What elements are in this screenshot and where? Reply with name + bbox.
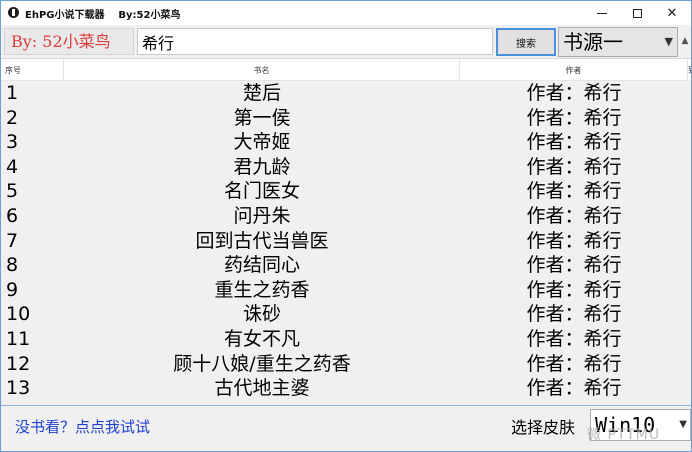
app-logo-icon bbox=[8, 7, 19, 18]
title-bar[interactable]: EhPG小说下载器 By:52小菜鸟 ✕ bbox=[1, 1, 691, 25]
maximize-button[interactable] bbox=[620, 1, 654, 25]
book-author: 作者：希行 bbox=[526, 352, 622, 375]
book-title: 诛砂 bbox=[242, 303, 281, 326]
row-number: 13 bbox=[6, 377, 31, 400]
app-window: EhPG小说下载器 By:52小菜鸟 ✕ By: 52小菜鸟 搜索 书源一 ▼ … bbox=[0, 0, 692, 452]
list-item[interactable]: 10 诛砂 作者：希行 bbox=[1, 302, 691, 327]
book-source-value: 书源一 bbox=[563, 30, 623, 54]
chevron-down-icon: ▼ bbox=[679, 419, 687, 430]
list-item[interactable]: 13 古代地主婆 作者：希行 bbox=[1, 376, 691, 401]
row-number: 8 bbox=[6, 254, 19, 277]
minimize-icon bbox=[597, 12, 607, 14]
book-author: 作者：希行 bbox=[526, 204, 622, 227]
row-number: 3 bbox=[6, 131, 19, 154]
book-title: 药结同心 bbox=[223, 254, 300, 277]
list-item[interactable]: 4 君九龄 作者：希行 bbox=[1, 155, 691, 180]
book-title: 第一侯 bbox=[233, 106, 291, 129]
book-title: 古代地主婆 bbox=[214, 377, 310, 400]
row-number: 10 bbox=[6, 303, 31, 326]
list-item[interactable]: 9 重生之药香 作者：希行 bbox=[1, 278, 691, 303]
list-item[interactable]: 1 楚后 作者：希行 bbox=[1, 81, 691, 106]
row-number: 7 bbox=[6, 229, 19, 252]
book-author: 作者：希行 bbox=[526, 229, 622, 252]
minimize-button[interactable] bbox=[585, 1, 619, 25]
book-title: 回到古代当兽医 bbox=[195, 229, 329, 252]
list-item[interactable]: 2 第一侯 作者：希行 bbox=[1, 106, 691, 131]
row-number: 9 bbox=[6, 278, 19, 301]
book-source-select[interactable]: 书源一 ▼ bbox=[558, 27, 678, 57]
list-item[interactable]: 3 大帝姬 作者：希行 bbox=[1, 130, 691, 155]
row-number: 6 bbox=[6, 204, 19, 227]
column-header-author[interactable]: 作者 bbox=[460, 59, 688, 81]
column-header-seq[interactable]: 序号 bbox=[1, 59, 64, 81]
scroll-up-icon[interactable]: ▲ bbox=[679, 31, 691, 51]
row-number: 4 bbox=[6, 155, 19, 178]
column-header-extra[interactable]: 到 bbox=[687, 59, 691, 81]
list-item[interactable]: 5 名门医女 作者：希行 bbox=[1, 179, 691, 204]
try-it-link[interactable]: 没书看？点点我试试 bbox=[15, 416, 150, 437]
book-author: 作者：希行 bbox=[526, 278, 622, 301]
list-item[interactable]: 8 药结同心 作者：希行 bbox=[1, 253, 691, 278]
book-author: 作者：希行 bbox=[526, 131, 622, 154]
book-title: 问丹朱 bbox=[233, 204, 291, 227]
search-button[interactable]: 搜索 bbox=[496, 28, 556, 56]
skin-label: 选择皮肤 bbox=[511, 418, 576, 437]
book-title: 君九龄 bbox=[233, 155, 291, 178]
book-title: 有女不凡 bbox=[223, 327, 300, 350]
book-author: 作者：希行 bbox=[526, 180, 622, 203]
list-item[interactable]: 7 回到古代当兽医 作者：希行 bbox=[1, 229, 691, 254]
footer-bar: 没书看？点点我试试 选择皮肤 Win10 ▼ 微 PTTMU bbox=[1, 406, 691, 451]
book-author: 作者：希行 bbox=[526, 155, 622, 178]
list-rows: 1 楚后 作者：希行 2 第一侯 作者：希行 3 大帝姬 作者：希行 4 君九龄 作者：希行 5… bbox=[1, 81, 691, 401]
window-title: EhPG小说下载器 By:52小菜鸟 bbox=[25, 10, 181, 21]
row-number: 11 bbox=[6, 327, 31, 350]
column-header-name[interactable]: 书名 bbox=[64, 59, 460, 81]
search-input[interactable] bbox=[137, 28, 493, 55]
close-icon: ✕ bbox=[666, 5, 678, 21]
list-item[interactable]: 6 问丹朱 作者：希行 bbox=[1, 204, 691, 229]
row-number: 1 bbox=[6, 82, 19, 104]
list-item[interactable]: 11 有女不凡 作者：希行 bbox=[1, 327, 691, 352]
book-title: 顾十八娘/重生之药香 bbox=[173, 352, 351, 375]
toolbar: By: 52小菜鸟 搜索 书源一 ▼ ▲ bbox=[1, 25, 691, 58]
book-author: 作者：希行 bbox=[526, 303, 622, 326]
book-author: 作者：希行 bbox=[526, 82, 622, 104]
book-title: 名门医女 bbox=[223, 180, 300, 203]
book-title: 楚后 bbox=[242, 82, 281, 104]
row-number: 2 bbox=[6, 106, 19, 129]
book-author: 作者：希行 bbox=[526, 327, 622, 350]
chevron-down-icon: ▼ bbox=[664, 35, 673, 48]
row-number: 12 bbox=[6, 352, 31, 375]
book-list[interactable]: 序号 书名 作者 到 1楚后作者：希行 2第一侯作者：希行 3大帝姬作者：希行 … bbox=[1, 58, 691, 406]
row-number: 5 bbox=[6, 180, 19, 203]
watermark: 微 PTTMU bbox=[587, 427, 661, 443]
author-credit-label: By: 52小菜鸟 bbox=[4, 28, 134, 55]
book-title: 重生之药香 bbox=[214, 278, 310, 301]
list-item[interactable]: 12 顾十八娘/重生之药香 作者：希行 bbox=[1, 352, 691, 377]
book-author: 作者：希行 bbox=[526, 254, 622, 277]
maximize-icon bbox=[632, 8, 642, 18]
book-title: 大帝姬 bbox=[233, 131, 291, 154]
list-header: 序号 书名 作者 到 bbox=[1, 59, 691, 81]
close-button[interactable]: ✕ bbox=[655, 1, 689, 25]
book-author: 作者：希行 bbox=[526, 377, 622, 400]
book-author: 作者：希行 bbox=[526, 106, 622, 129]
